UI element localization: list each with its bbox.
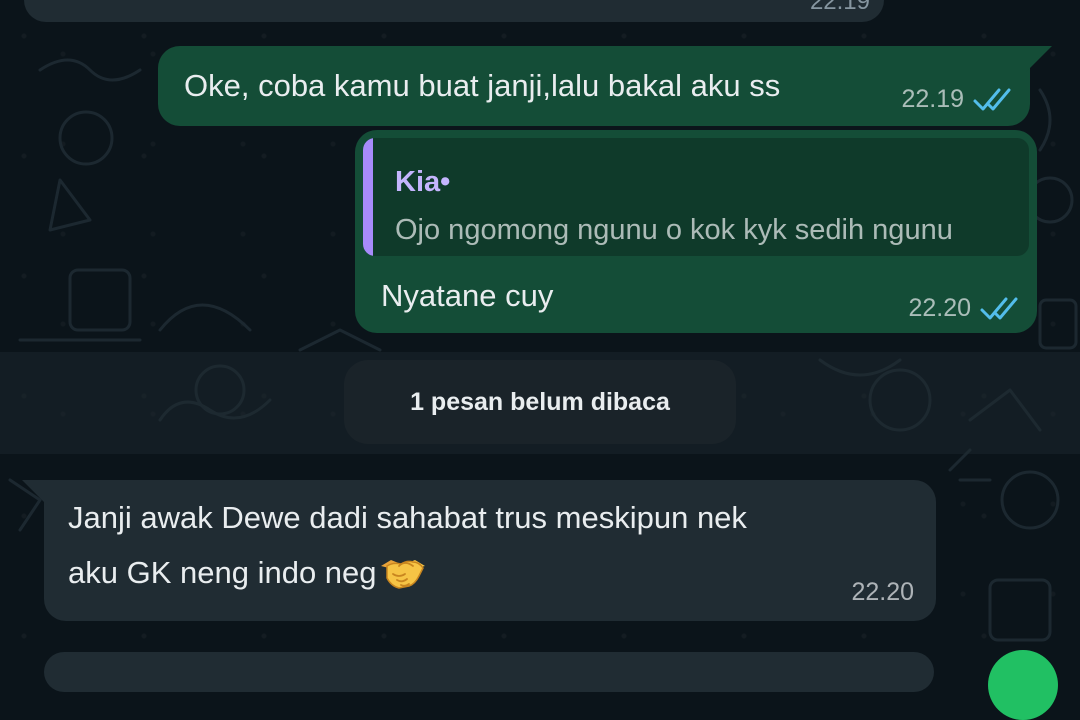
message-text: Nyatane cuy	[381, 278, 554, 313]
next-message-bubble[interactable]	[44, 652, 934, 692]
bubble-tail	[1026, 46, 1052, 72]
message-text-line-1: Janji awak Dewe dadi sahabat trus meskip…	[68, 500, 747, 535]
double-check-icon	[973, 88, 1011, 110]
handshake-emoji-icon	[380, 560, 425, 589]
unread-messages-divider: 1 pesan belum dibaca	[344, 360, 736, 444]
message-meta: 22.19	[901, 85, 1014, 114]
message-time: 22.20	[851, 578, 914, 606]
incoming-message-bubble[interactable]: Janji awak Dewe dadi sahabat trus meskip…	[22, 480, 936, 621]
message-text: aku GK neng indo neg	[68, 555, 377, 590]
outgoing-message-bubble[interactable]: Oke, coba kamu buat janji,lalu bakal aku…	[158, 46, 1052, 126]
bubble-tail	[22, 480, 48, 506]
quoted-message-text: Ojo ngomong ngunu o kok kyk sedih ngunu	[395, 214, 953, 246]
unread-divider-label: 1 pesan belum dibaca	[410, 388, 670, 416]
previous-message-bubble[interactable]: 22.19	[24, 0, 884, 22]
message-text-line-2: aku GK neng indo neg	[68, 552, 427, 594]
outgoing-reply-message-bubble[interactable]: Kia• Ojo ngomong ngunu o kok kyk sedih n…	[355, 130, 1037, 333]
message-meta: 22.20	[851, 578, 914, 607]
quoted-sender-name: Kia•	[395, 166, 451, 198]
message-meta: 22.20	[908, 294, 1021, 323]
quote-accent-bar	[363, 138, 373, 256]
quoted-message[interactable]: Kia• Ojo ngomong ngunu o kok kyk sedih n…	[363, 138, 1029, 256]
message-time: 22.19	[809, 0, 870, 15]
message-text: Oke, coba kamu buat janji,lalu bakal aku…	[184, 68, 781, 103]
double-check-icon	[980, 297, 1018, 319]
message-time: 22.20	[908, 294, 971, 322]
message-time: 22.19	[901, 85, 964, 113]
